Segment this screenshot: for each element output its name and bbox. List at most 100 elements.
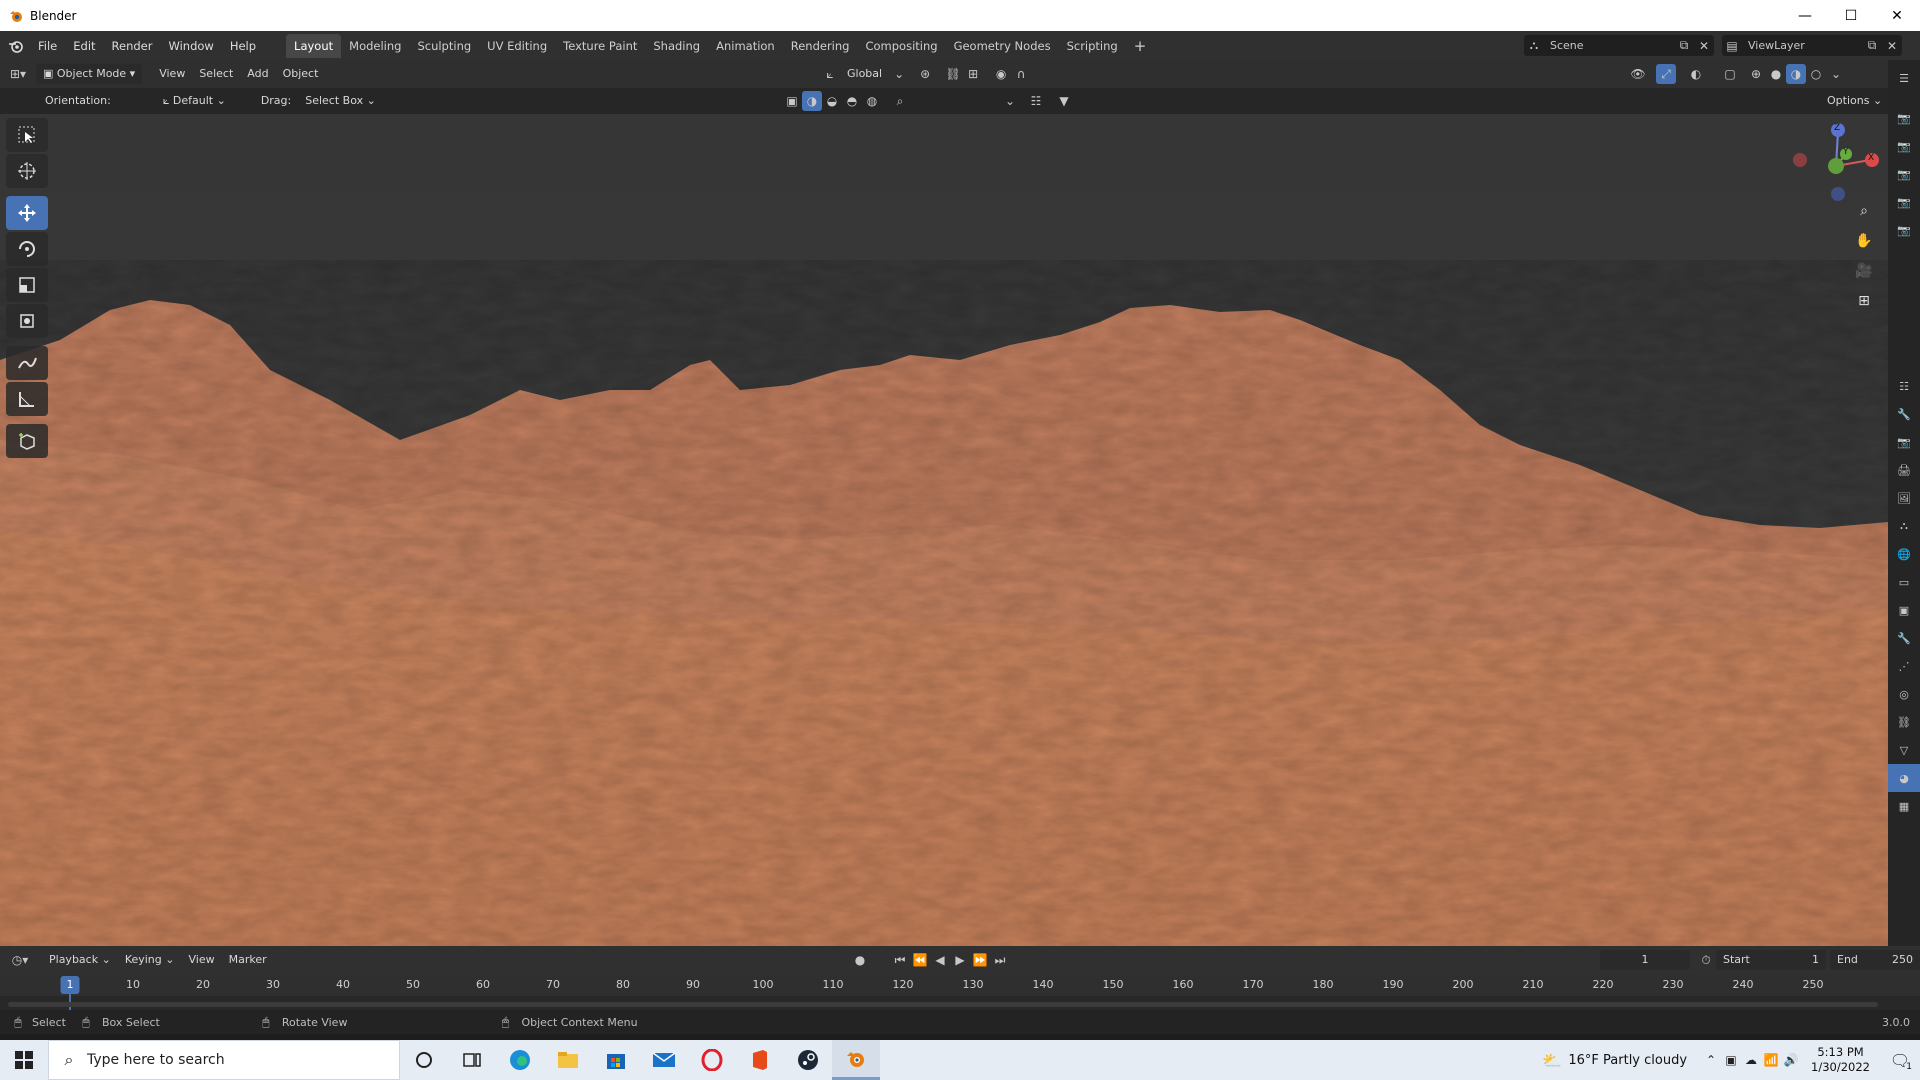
object-properties-icon[interactable]: ▣ [1888, 596, 1920, 624]
annotate-tool-icon[interactable] [6, 346, 48, 380]
outliner-toggle-icon[interactable]: ☰ [1888, 64, 1920, 92]
cortana-icon[interactable] [400, 1040, 448, 1080]
options-dropdown[interactable]: Options ⌄ [1820, 91, 1889, 111]
end-frame-field[interactable]: End 250 [1830, 950, 1920, 970]
close-button[interactable]: ✕ [1874, 0, 1920, 31]
chevron-down-icon[interactable]: ⌄ [889, 64, 909, 84]
data-properties-icon[interactable]: ▽ [1888, 736, 1920, 764]
scene-selector[interactable]: ⛬ Scene ⧉ ✕ [1524, 35, 1714, 56]
select-mode-set-icon[interactable]: ▣ [782, 91, 802, 111]
solid-shading-icon[interactable]: ● [1766, 64, 1786, 84]
texture-properties-icon[interactable]: ▦ [1888, 792, 1920, 820]
delete-view-layer-icon[interactable]: ✕ [1882, 36, 1902, 56]
select-box-tool-icon[interactable] [6, 118, 48, 152]
orientation-dropdown[interactable]: ⟀ Default ⌄ [156, 91, 250, 111]
scene-properties-icon[interactable]: ⛬ [1888, 512, 1920, 540]
select-mode-extend-icon[interactable]: ◑ [802, 91, 822, 111]
falloff-icon[interactable]: ∩ [1011, 64, 1031, 84]
rendered-shading-icon[interactable]: ○ [1806, 64, 1826, 84]
menu-edit[interactable]: Edit [65, 35, 103, 57]
navigation-gizmo[interactable]: Z Y X [1786, 118, 1882, 208]
select-mode-intersect-icon[interactable]: ◍ [862, 91, 882, 111]
search-icon[interactable]: ⌕ [890, 91, 910, 111]
collection-exclude-icon[interactable]: 📷 [1888, 160, 1920, 188]
mode-selector[interactable]: ▣ Object Mode ▾ [36, 64, 143, 84]
pivot-point-icon[interactable]: ⊛ [915, 64, 935, 84]
zoom-icon[interactable]: ⌕ [1851, 198, 1877, 224]
drag-dropdown[interactable]: Select Box ⌄ [298, 91, 383, 111]
new-scene-icon[interactable]: ⧉ [1674, 36, 1694, 56]
network-icon[interactable]: 📶 [1761, 1050, 1781, 1070]
measure-tool-icon[interactable] [6, 382, 48, 416]
cursor-tool-icon[interactable] [6, 154, 48, 188]
3d-viewport[interactable]: Z Y X ⌕ ✋ 🎥 ⊞ [0, 114, 1888, 946]
world-properties-icon[interactable]: 🌐 [1888, 540, 1920, 568]
minimize-button[interactable]: — [1782, 0, 1828, 31]
play-icon[interactable]: ▶ [950, 950, 970, 970]
current-frame-field[interactable]: 1 [1600, 950, 1690, 970]
playback-menu[interactable]: Playback ⌄ [42, 950, 118, 970]
move-tool-icon[interactable] [6, 196, 48, 230]
tool-properties-icon[interactable]: 🔧 [1888, 400, 1920, 428]
maximize-button[interactable]: ☐ [1828, 0, 1874, 31]
tab-animation[interactable]: Animation [708, 34, 783, 58]
menu-render[interactable]: Render [104, 35, 161, 57]
select-mode-subtract-icon[interactable]: ◒ [822, 91, 842, 111]
blender-app-icon[interactable] [832, 1040, 880, 1080]
timeline-scrollbar[interactable] [8, 1002, 1878, 1007]
view-menu[interactable]: View [152, 64, 192, 84]
collection-exclude-icon[interactable]: 📷 [1888, 132, 1920, 160]
visibility-icon[interactable]: 👁 [1628, 64, 1648, 84]
meet-now-icon[interactable]: ▣ [1721, 1050, 1741, 1070]
notification-center-button[interactable]: 🗨 1 [1880, 1040, 1920, 1080]
tab-uv-editing[interactable]: UV Editing [479, 34, 555, 58]
collection-properties-icon[interactable]: ▭ [1888, 568, 1920, 596]
file-explorer-icon[interactable] [544, 1040, 592, 1080]
transform-orientation-dropdown[interactable]: Global [840, 64, 889, 84]
select-mode-invert-icon[interactable]: ◓ [842, 91, 862, 111]
start-button[interactable] [0, 1040, 48, 1080]
gizmo-toggle-icon[interactable]: ⤢ [1656, 64, 1676, 84]
menu-file[interactable]: File [30, 35, 65, 57]
blender-menu-icon[interactable] [6, 36, 26, 56]
particles-properties-icon[interactable]: ⋰ [1888, 652, 1920, 680]
filter-icon[interactable]: ▼ [1054, 91, 1074, 111]
tab-sculpting[interactable]: Sculpting [409, 34, 479, 58]
shading-options-icon[interactable]: ⌄ [1826, 64, 1846, 84]
transform-tool-icon[interactable] [6, 304, 48, 338]
new-view-layer-icon[interactable]: ⧉ [1862, 36, 1882, 56]
material-properties-icon[interactable]: ◕ [1888, 764, 1920, 792]
marker-menu[interactable]: Marker [222, 950, 274, 970]
tab-scripting[interactable]: Scripting [1059, 34, 1126, 58]
task-view-icon[interactable] [448, 1040, 496, 1080]
perspective-toggle-icon[interactable]: ⊞ [1851, 288, 1877, 314]
overlay-toggle-icon[interactable]: ◐ [1686, 64, 1706, 84]
output-properties-icon[interactable]: 🖨 [1888, 456, 1920, 484]
timeline-editor-type-icon[interactable]: ◷▾ [10, 950, 30, 970]
menu-help[interactable]: Help [222, 35, 264, 57]
auto-key-icon[interactable]: ● [850, 950, 870, 970]
clock[interactable]: 5:13 PM 1/30/2022 [1811, 1045, 1870, 1075]
delete-scene-icon[interactable]: ✕ [1694, 36, 1714, 56]
material-shading-icon[interactable]: ◑ [1786, 64, 1806, 84]
view-layer-properties-icon[interactable]: 🖼 [1888, 484, 1920, 512]
steam-app-icon[interactable] [784, 1040, 832, 1080]
weather-text[interactable]: 16°F Partly cloudy [1568, 1053, 1687, 1068]
edge-app-icon[interactable] [496, 1040, 544, 1080]
camera-view-icon[interactable]: 🎥 [1851, 258, 1877, 284]
add-cube-tool-icon[interactable] [6, 424, 48, 458]
scale-tool-icon[interactable] [6, 268, 48, 302]
tab-shading[interactable]: Shading [645, 34, 708, 58]
add-menu[interactable]: Add [240, 64, 275, 84]
wireframe-shading-icon[interactable]: ⊕ [1746, 64, 1766, 84]
tab-geometry-nodes[interactable]: Geometry Nodes [946, 34, 1059, 58]
properties-editor-icon[interactable]: ☷ [1888, 372, 1920, 400]
tab-layout[interactable]: Layout [286, 33, 342, 58]
chevron-down-icon[interactable]: ⌄ [1000, 91, 1020, 111]
constraints-properties-icon[interactable]: ⛓ [1888, 708, 1920, 736]
taskbar-search-box[interactable]: ⌕ Type here to search [48, 1040, 400, 1080]
onedrive-icon[interactable]: ☁ [1741, 1050, 1761, 1070]
tab-compositing[interactable]: Compositing [857, 34, 945, 58]
weather-icon[interactable]: ⛅ [1542, 1050, 1562, 1070]
collection-exclude-icon[interactable]: 📷 [1888, 216, 1920, 244]
